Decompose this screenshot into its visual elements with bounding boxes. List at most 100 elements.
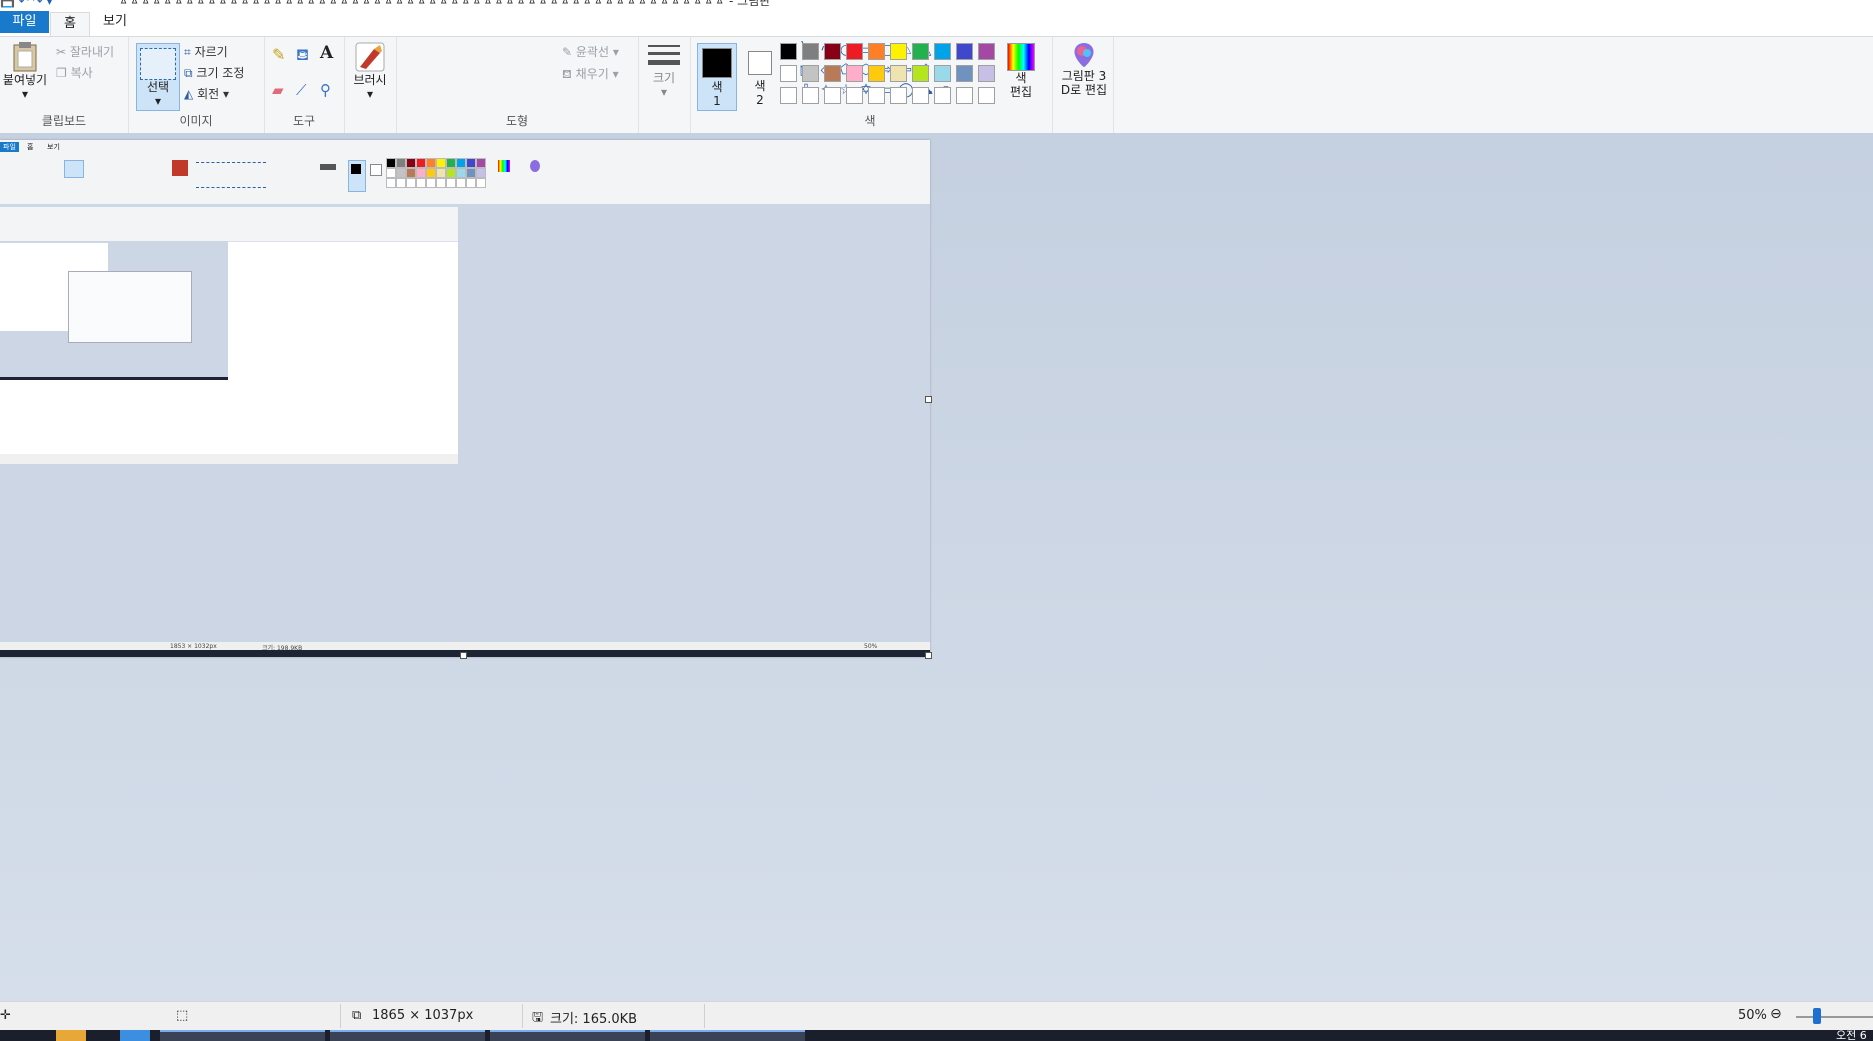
taskbar-app-window[interactable] xyxy=(330,1030,485,1041)
drawing-canvas[interactable]: 파일 홈 보기 1853 × 1032px 크기: 198.9KB 50% xyxy=(0,140,932,659)
color-swatch[interactable] xyxy=(802,65,819,82)
selection-size-icon: ⬚ xyxy=(176,1008,189,1023)
canvas-workspace[interactable]: 파일 홈 보기 1853 × 1032px 크기: 198.9KB 50% xyxy=(0,133,1873,1001)
fill-button[interactable]: ⛾ 채우기 ▾ xyxy=(562,65,619,83)
color-swatch[interactable] xyxy=(846,65,863,82)
inner-color-swatch xyxy=(466,178,476,188)
inner-shapes-gallery xyxy=(196,162,266,188)
file-size: 크기: 165.0KB xyxy=(550,1012,638,1027)
paste-button[interactable]: 붙여넣기 ▾ xyxy=(0,41,50,101)
edit-with-paint3d-button[interactable]: 그림판 3 D로 편집 xyxy=(1057,41,1111,97)
color-swatch[interactable] xyxy=(956,65,973,82)
text-tool-icon[interactable]: A xyxy=(320,43,333,63)
color-swatch[interactable] xyxy=(824,65,841,82)
resize-handle-corner[interactable] xyxy=(925,652,932,659)
inner-screenshot-workspace xyxy=(0,204,930,642)
taskbar-app-chrome[interactable] xyxy=(160,1030,325,1041)
color-swatch[interactable] xyxy=(934,87,951,104)
file-explorer-icon[interactable] xyxy=(56,1030,86,1041)
tools-group: ✎ ⛾ A ▰ ⟋ ⚲ 도구 xyxy=(264,37,345,133)
image-dimensions: 1865 × 1037px xyxy=(372,1008,474,1023)
color-swatch[interactable] xyxy=(934,43,951,60)
color-swatch[interactable] xyxy=(890,65,907,82)
color-swatch[interactable] xyxy=(780,65,797,82)
size-button[interactable]: 크기 ▾ xyxy=(646,41,682,99)
window-title: ㅿㅿㅿㅿㅿㅿㅿㅿㅿㅿㅿㅿㅿㅿㅿㅿㅿㅿㅿㅿㅿㅿㅿㅿㅿㅿㅿㅿㅿㅿㅿㅿㅿㅿㅿㅿㅿㅿㅿㅿ… xyxy=(118,0,771,8)
zoom-out-icon[interactable]: ⊖ xyxy=(1770,1006,1782,1022)
taskbar-app-other[interactable] xyxy=(650,1030,805,1041)
crop-label: 자르기 xyxy=(194,45,228,59)
quick-access-toolbar[interactable]: 💾 ↶ ↷ ▾ xyxy=(0,0,53,8)
zoom-slider-track[interactable] xyxy=(1796,1016,1873,1018)
color-swatch[interactable] xyxy=(868,43,885,60)
tab-view[interactable]: 보기 xyxy=(95,11,135,33)
inner-edit-colors-icon xyxy=(498,160,510,172)
color-swatch[interactable] xyxy=(912,43,929,60)
brush-button[interactable]: 브러시 ▾ xyxy=(348,41,392,101)
color1-label-a: 색 xyxy=(711,80,723,94)
color-swatch[interactable] xyxy=(802,87,819,104)
fill-bucket-icon[interactable]: ⛾ xyxy=(296,45,309,66)
edit-colors-button[interactable]: 색 편집 xyxy=(1003,43,1039,99)
outline-button[interactable]: ✎ 윤곽선 ▾ xyxy=(562,43,619,60)
color-swatch[interactable] xyxy=(978,65,995,82)
rotate-button[interactable]: ◭ 회전 ▾ xyxy=(184,85,229,102)
select-rect-icon xyxy=(140,48,176,80)
start-button[interactable] xyxy=(0,1030,30,1041)
tools-group-label: 도구 xyxy=(292,114,316,128)
color-picker-icon[interactable]: ⟋ xyxy=(296,81,307,99)
zoom-slider-knob[interactable] xyxy=(1813,1008,1821,1024)
color-swatch[interactable] xyxy=(978,87,995,104)
color-swatch[interactable] xyxy=(780,43,797,60)
color-swatch[interactable] xyxy=(802,43,819,60)
color-swatch[interactable] xyxy=(868,87,885,104)
color-swatch[interactable] xyxy=(780,87,797,104)
color-swatch[interactable] xyxy=(912,65,929,82)
magnifier-icon[interactable]: ⚲ xyxy=(320,81,331,99)
color-swatch[interactable] xyxy=(890,43,907,60)
color-swatch[interactable] xyxy=(890,87,907,104)
color-swatch[interactable] xyxy=(934,65,951,82)
color-swatch[interactable] xyxy=(956,87,973,104)
color1-label-b: 1 xyxy=(713,94,721,108)
color-swatch[interactable] xyxy=(824,43,841,60)
edit-colors-label-a: 색 xyxy=(1015,71,1027,85)
status-separator xyxy=(704,1004,705,1028)
brush-group: 브러시 ▾ xyxy=(344,37,397,133)
color-swatch[interactable] xyxy=(978,43,995,60)
inner-color-swatch xyxy=(436,158,446,168)
color-swatch[interactable] xyxy=(824,87,841,104)
color1-button[interactable]: 색 1 xyxy=(697,43,737,111)
color-swatch[interactable] xyxy=(846,87,863,104)
taskbar-app-paint[interactable] xyxy=(490,1030,645,1041)
image-dimensions-icon: ⧉ xyxy=(352,1008,362,1023)
color-swatch[interactable] xyxy=(912,87,929,104)
ribbon: 붙여넣기 ▾ ✂ 잘라내기 ❐ 복사 클립보드 선택 ▾ ⌗ 자르기 ⧉ 크기 … xyxy=(0,36,1873,134)
cut-button[interactable]: ✂ 잘라내기 xyxy=(56,43,114,60)
inner-color-swatch xyxy=(416,178,426,188)
shapes-group: ╲ ∿ ○ ▭ ▢ ⏢ △ ◺ ◇ ⬠ ⬡ ⇨ ⇦ ⇧ ⇩ ✧ ☆ ✡ ▭ ◯ … xyxy=(396,37,950,133)
inner-nested-taskbar xyxy=(0,377,228,380)
color-swatch[interactable] xyxy=(868,65,885,82)
resize-label: 크기 조정 xyxy=(196,66,245,80)
resize-handle-right[interactable] xyxy=(925,396,932,403)
chevron-down-icon: ▾ xyxy=(366,87,374,101)
crop-button[interactable]: ⌗ 자르기 xyxy=(184,43,228,60)
resize-button[interactable]: ⧉ 크기 조정 xyxy=(184,64,244,81)
tab-home[interactable]: 홈 xyxy=(50,12,90,39)
paint3d-label-2: D로 편집 xyxy=(1060,83,1108,97)
color-swatch[interactable] xyxy=(846,43,863,60)
color2-swatch xyxy=(748,51,772,75)
color-swatch[interactable] xyxy=(956,43,973,60)
tab-file[interactable]: 파일 xyxy=(0,11,49,33)
copy-button[interactable]: ❐ 복사 xyxy=(56,64,93,81)
browser-icon[interactable] xyxy=(120,1030,150,1041)
pencil-icon[interactable]: ✎ xyxy=(272,45,285,64)
resize-handle-bottom[interactable] xyxy=(460,652,467,659)
eraser-icon[interactable]: ▰ xyxy=(272,81,284,99)
image-group-label: 이미지 xyxy=(179,114,213,128)
select-button[interactable]: 선택 ▾ xyxy=(136,43,180,111)
outline-icon: ✎ xyxy=(562,45,573,59)
inner-select-button xyxy=(64,160,84,178)
color2-button[interactable]: 색 2 xyxy=(742,43,778,109)
